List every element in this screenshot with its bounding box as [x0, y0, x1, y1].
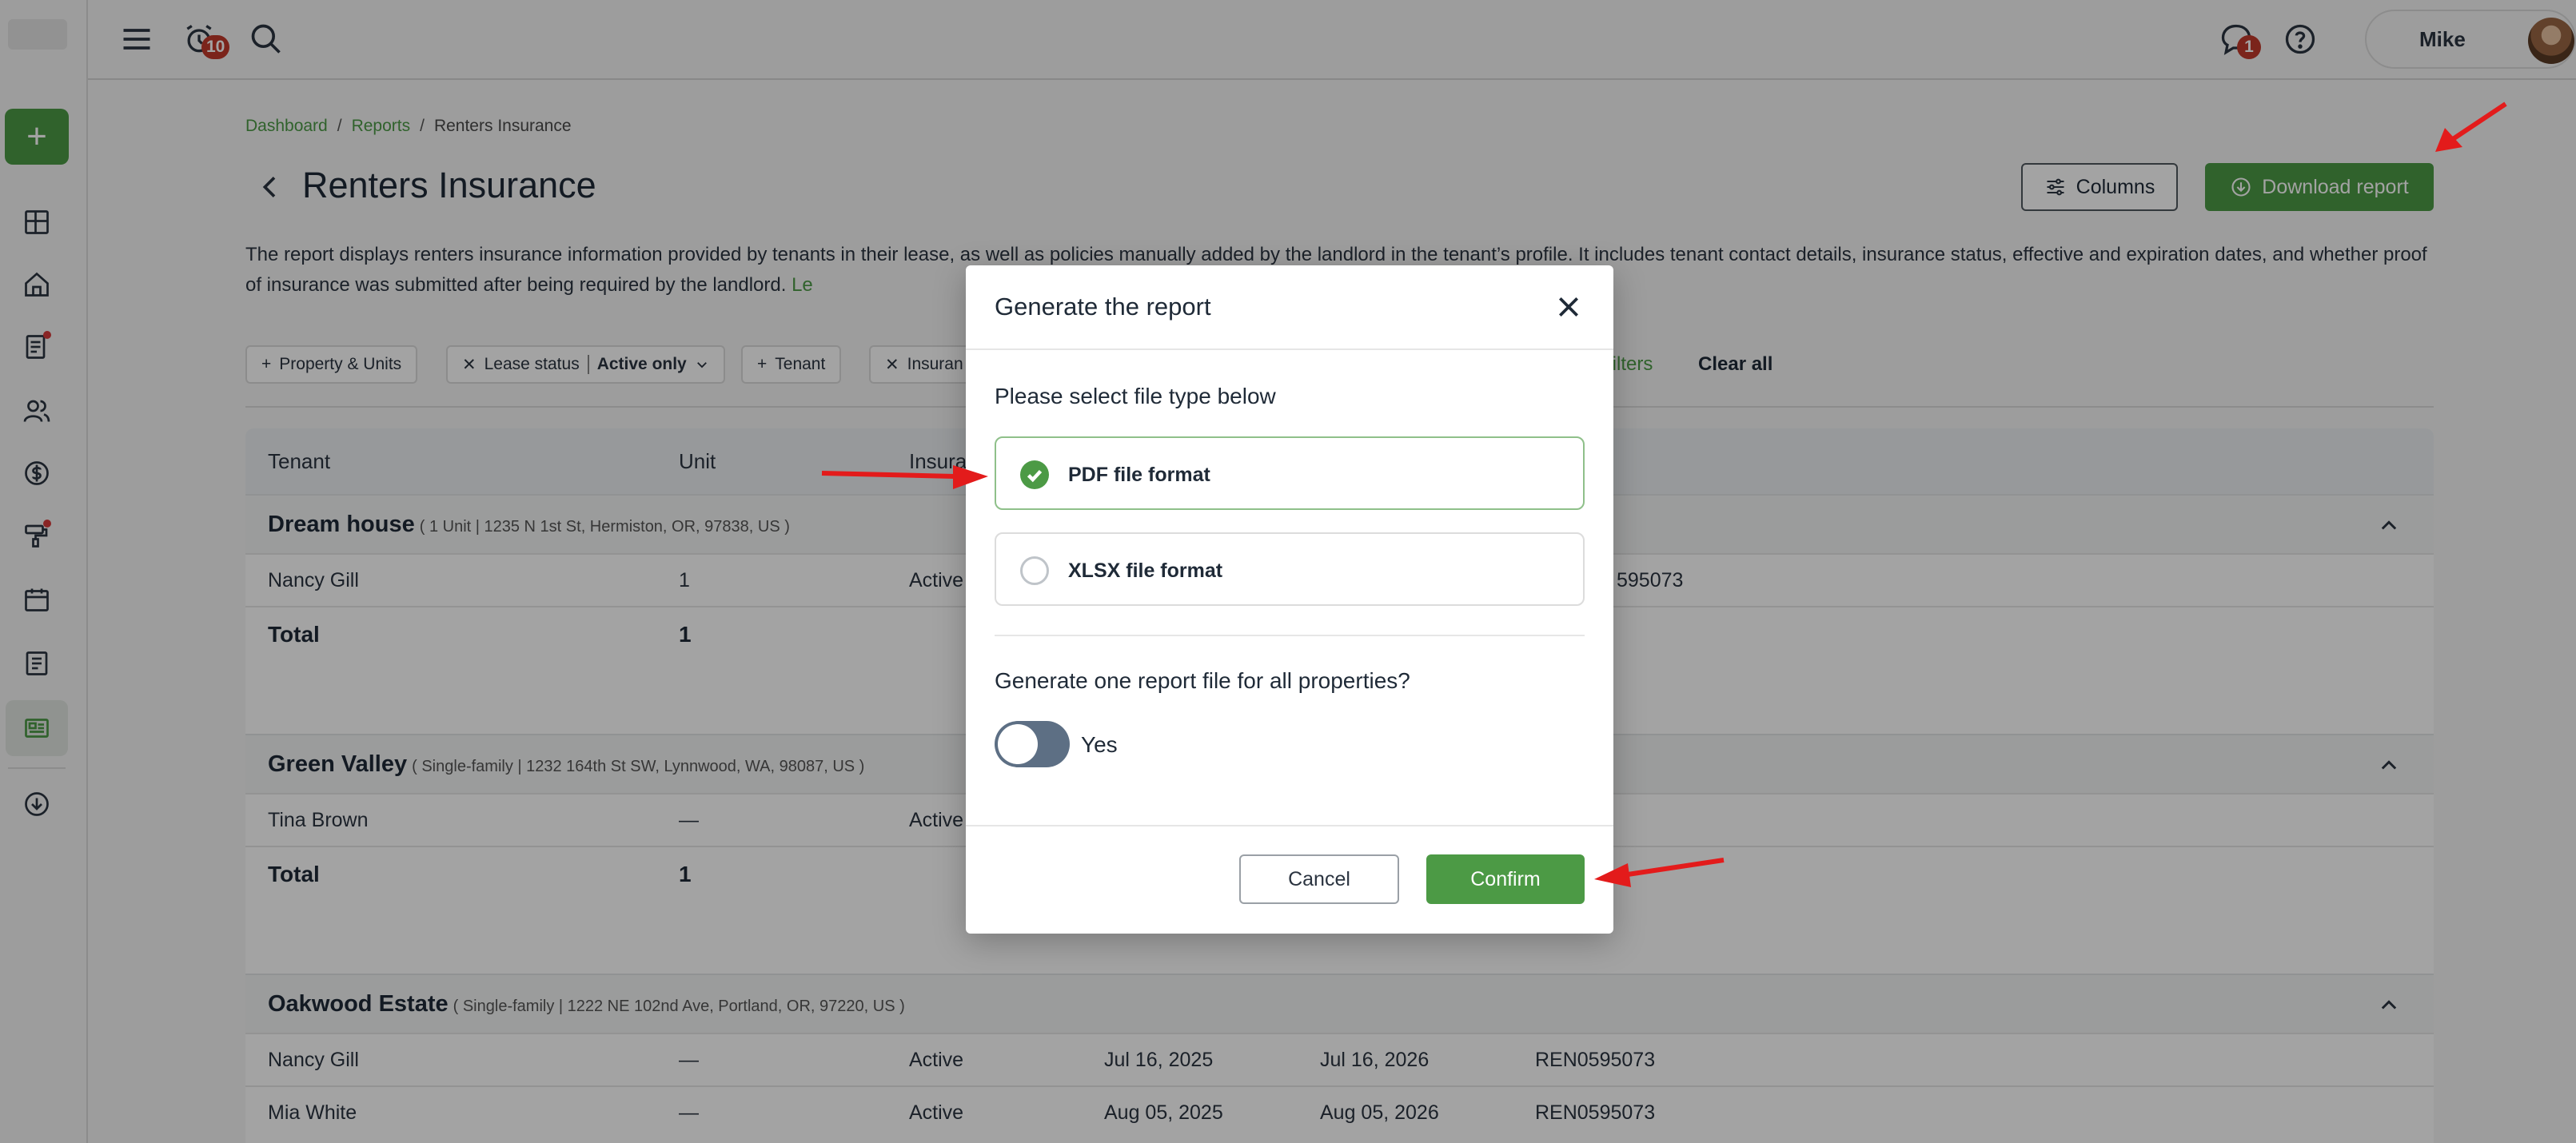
toggle-label: Yes	[1081, 732, 1118, 757]
close-icon[interactable]	[1556, 294, 1581, 320]
modal-title: Generate the report	[995, 293, 1211, 321]
generate-report-modal: Generate the report Please select file t…	[966, 265, 1613, 934]
radio-checked-icon[interactable]	[1020, 460, 1049, 489]
single-file-toggle[interactable]	[995, 721, 1070, 767]
single-file-prompt: Generate one report file for all propert…	[995, 668, 1410, 693]
pdf-format-label: PDF file format	[1068, 464, 1210, 486]
toggle-knob	[998, 724, 1038, 764]
xlsx-format-option[interactable]: XLSX file format	[995, 532, 1585, 606]
xlsx-format-label: XLSX file format	[1068, 560, 1223, 582]
radio-unchecked-icon[interactable]	[1020, 556, 1049, 585]
pdf-format-option[interactable]: PDF file format	[995, 436, 1585, 510]
file-type-prompt: Please select file type below	[995, 384, 1276, 408]
confirm-button[interactable]: Confirm	[1426, 854, 1585, 904]
cancel-button[interactable]: Cancel	[1239, 854, 1399, 904]
